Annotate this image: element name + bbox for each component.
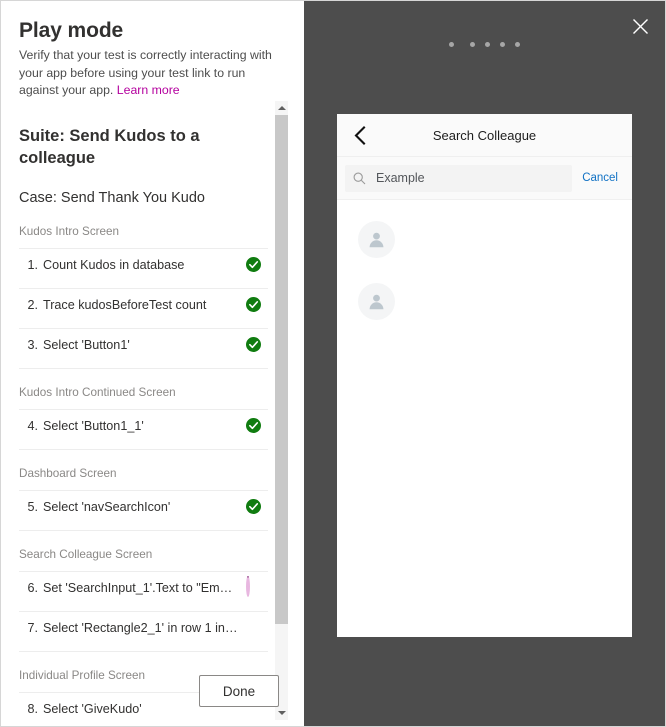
step-number: 1. [27,257,38,272]
step-row[interactable]: 2. Trace kudosBeforeTest count [19,288,268,320]
screen-group: Search Colleague Screen 6. Set 'SearchInpu… [19,547,268,652]
check-circle-glyph [246,498,261,514]
back-chevron-icon[interactable] [349,124,371,146]
search-bar-row: Example Cancel [337,157,632,200]
progress-dot [515,42,520,47]
app-preview-canvas[interactable]: Search Colleague Example Cancel [337,114,632,637]
panel-scrollbar[interactable] [275,101,288,720]
triangle-down-icon [277,711,286,715]
step-label: Select 'Button1' [43,337,130,352]
app-screen-title: Search Colleague [432,127,537,143]
step-label: Select 'navSearchIcon' [43,499,171,514]
step-row[interactable]: 3. Select 'Button1' [19,328,268,360]
step-number: 8. [27,701,38,716]
check-circle-glyph [246,296,261,312]
done-button[interactable]: Done [199,675,279,707]
status-pass-icon [244,416,264,436]
step-number: 2. [27,297,38,312]
step-number: 3. [27,337,38,352]
step-label: Count Kudos in database [43,257,185,272]
step-label: Select 'Rectangle2_1' in row 1 in '... [43,620,242,635]
triangle-up-icon [277,106,286,110]
list-item[interactable] [337,270,632,332]
search-results-list [337,200,632,332]
close-glyph [632,18,648,34]
spinner-icon [246,575,250,597]
group-separator [19,651,268,652]
screen-group: Kudos Intro Screen 1. Count Kudos in datab… [19,224,268,369]
status-pass-icon [244,335,264,355]
case-title: Case: Send Thank You Kudo [19,190,205,206]
step-row[interactable]: 4. Select 'Button1_1' [19,409,268,441]
avatar [358,282,395,320]
search-input-value: Example [376,171,425,185]
progress-dot [500,42,505,47]
steps-scroll-area[interactable]: Suite: Send Kudos to a colleague Case: S… [1,101,304,726]
search-input[interactable]: Example [345,164,573,192]
progress-dot [470,42,475,47]
step-label: Trace kudosBeforeTest count [43,297,207,312]
progress-dot [485,42,490,47]
screen-group-label: Dashboard Screen [19,467,117,480]
screen-group: Dashboard Screen 5. Select 'navSearchIcon' [19,466,268,531]
scroll-down-arrow-icon[interactable] [275,706,288,720]
step-row[interactable]: 7. Select 'Rectangle2_1' in row 1 in '... [19,611,268,643]
steps-list: Suite: Send Kudos to a colleague Case: S… [1,125,286,726]
progress-dots [304,42,665,47]
step-number: 7. [27,620,38,635]
panel-header: Play mode Verify that your test is corre… [1,1,304,100]
suite-title: Suite: Send Kudos to a colleague [19,127,200,167]
status-pass-icon [244,497,264,517]
step-label: Set 'SearchInput_1'.Text to "Emplo... [43,580,244,595]
scrollbar-thumb[interactable] [275,115,288,624]
check-circle-glyph [246,417,261,433]
screen-group-label: Kudos Intro Screen [19,225,120,238]
screen-groups-container: Kudos Intro Screen 1. Count Kudos in datab… [19,224,268,726]
step-row[interactable]: 1. Count Kudos in database [19,248,268,280]
panel-description: Verify that your test is correctly inter… [19,47,281,100]
screen-group-label: Kudos Intro Continued Screen [19,386,176,399]
status-running-icon [244,575,264,598]
learn-more-link[interactable]: Learn more [117,83,180,97]
chevron-left-glyph [354,125,365,145]
step-label: Select 'Button1_1' [43,418,144,433]
search-cancel-button[interactable]: Cancel [572,172,624,184]
group-separator [19,530,268,531]
status-pass-icon [244,255,264,275]
check-circle-glyph [246,336,261,352]
list-item[interactable] [337,208,632,270]
check-circle-glyph [246,256,261,272]
person-icon [369,294,384,309]
group-separator [19,449,268,450]
test-steps-panel: Play mode Verify that your test is corre… [1,1,304,726]
close-icon[interactable] [627,13,653,39]
step-number: 4. [27,418,38,433]
step-number: 5. [27,499,38,514]
page-title: Play mode [19,19,124,42]
screen-group: Kudos Intro Continued Screen 4. Select 'Bu… [19,385,268,450]
scroll-up-arrow-icon[interactable] [275,101,288,115]
step-number: 6. [27,580,38,595]
person-icon [369,232,384,247]
status-pending-icon [244,618,264,638]
screen-group-label: Search Colleague Screen [19,548,153,561]
progress-dot [449,42,454,47]
status-pass-icon [244,295,264,315]
play-mode-window: Play mode Verify that your test is corre… [0,0,666,727]
avatar [358,220,395,258]
step-row[interactable]: 6. Set 'SearchInput_1'.Text to "Emplo... [19,571,268,603]
step-row[interactable]: 5. Select 'navSearchIcon' [19,490,268,522]
search-icon [353,172,366,184]
group-separator [19,368,268,369]
app-player-panel: Search Colleague Example Cancel [304,1,665,726]
app-topbar: Search Colleague [337,114,632,157]
